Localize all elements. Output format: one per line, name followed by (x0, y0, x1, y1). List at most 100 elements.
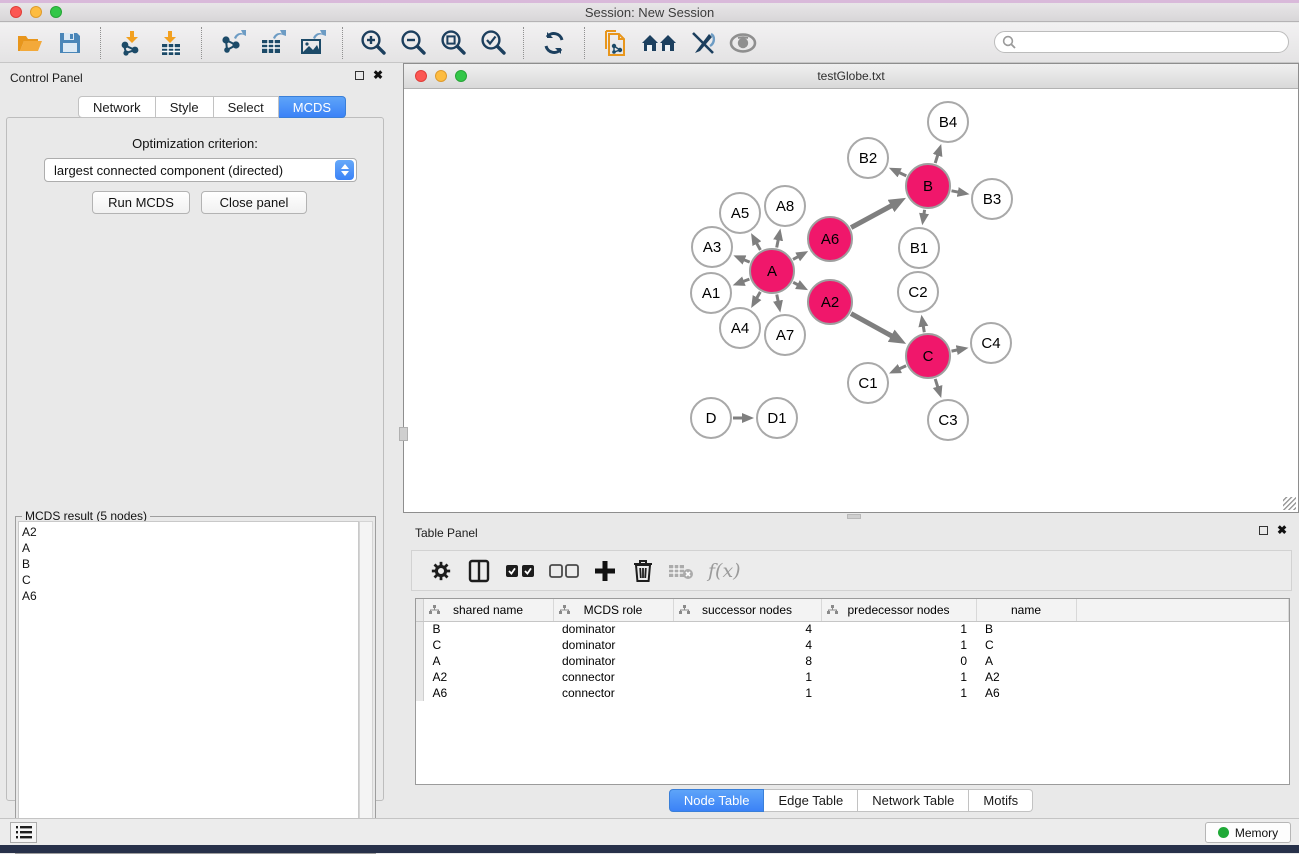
search-input[interactable] (1020, 33, 1288, 51)
graph-edge (952, 350, 958, 351)
optimization-criterion-label: Optimization criterion: (7, 136, 383, 151)
show-graphics-button[interactable] (728, 28, 758, 58)
float-panel-icon[interactable] (1259, 526, 1268, 535)
graph-node-B1[interactable]: B1 (898, 227, 940, 269)
tab-style[interactable]: Style (156, 96, 214, 118)
list-item[interactable]: A (22, 540, 358, 556)
graph-node-A4[interactable]: A4 (719, 307, 761, 349)
import-table-button[interactable] (156, 28, 186, 58)
search-icon (1002, 35, 1016, 49)
tab-node-table[interactable]: Node Table (669, 789, 765, 812)
list-item[interactable]: A2 (22, 524, 358, 540)
select-all-button[interactable] (502, 556, 538, 586)
column-view-button[interactable] (464, 556, 494, 586)
network-from-selection-button[interactable] (600, 28, 630, 58)
column-header-name[interactable]: name (976, 599, 1076, 621)
close-panel-icon[interactable]: ✖ (373, 71, 383, 80)
table-settings-button[interactable] (426, 556, 456, 586)
resize-grip[interactable] (1283, 497, 1296, 510)
import-network-icon (118, 30, 144, 56)
annotation-mode-button[interactable] (688, 28, 718, 58)
export-table-icon (259, 30, 286, 56)
zoom-out-button[interactable] (398, 28, 428, 58)
tab-edge-table[interactable]: Edge Table (764, 789, 858, 812)
mcds-result-list[interactable]: A2 A B C A6 (18, 521, 359, 851)
zoom-fit-button[interactable] (438, 28, 468, 58)
table-row[interactable]: Cdominator41C (416, 637, 1289, 653)
graph-node-A3[interactable]: A3 (691, 226, 733, 268)
tab-network[interactable]: Network (78, 96, 156, 118)
task-history-button[interactable] (10, 822, 37, 843)
list-item[interactable]: B (22, 556, 358, 572)
zoom-selected-button[interactable] (478, 28, 508, 58)
save-session-button[interactable] (55, 28, 85, 58)
graph-node-A5[interactable]: A5 (719, 192, 761, 234)
optimization-criterion-select[interactable]: largest connected component (directed) (44, 158, 357, 182)
graph-node-B[interactable]: B (905, 163, 951, 209)
export-image-button[interactable] (297, 28, 327, 58)
add-column-button[interactable] (590, 556, 620, 586)
graph-node-C2[interactable]: C2 (897, 271, 939, 313)
column-header-successor-nodes[interactable]: successor nodes (673, 599, 821, 621)
save-floppy-icon (58, 31, 82, 55)
list-item[interactable]: C (22, 572, 358, 588)
graph-node-A7[interactable]: A7 (764, 314, 806, 356)
memory-button[interactable]: Memory (1205, 822, 1291, 843)
table-header-row: shared name MCDS role successor nodes pr… (416, 599, 1289, 621)
graph-node-D1[interactable]: D1 (756, 397, 798, 439)
graph-node-A8[interactable]: A8 (764, 185, 806, 227)
graph-node-C3[interactable]: C3 (927, 399, 969, 441)
graph-node-B2[interactable]: B2 (847, 137, 889, 179)
table-row[interactable]: Bdominator41B (416, 621, 1289, 637)
list-item[interactable]: A6 (22, 588, 358, 604)
open-folder-icon (16, 31, 44, 55)
network-window-titlebar[interactable]: testGlobe.txt (404, 64, 1298, 89)
export-network-button[interactable] (217, 28, 247, 58)
tab-select[interactable]: Select (214, 96, 279, 118)
graph-node-C1[interactable]: C1 (847, 362, 889, 404)
export-table-button[interactable] (257, 28, 287, 58)
graph-node-C[interactable]: C (905, 333, 951, 379)
column-header-mcds-role[interactable]: MCDS role (553, 599, 673, 621)
scrollbar[interactable] (359, 521, 373, 851)
graph-edge (851, 314, 892, 337)
graph-edge (793, 256, 799, 259)
table-row[interactable]: A2connector11A2 (416, 669, 1289, 685)
float-panel-icon[interactable] (355, 71, 364, 80)
graph-edge (757, 292, 761, 299)
memory-status-icon (1218, 827, 1229, 838)
cybrowser-button[interactable] (640, 28, 678, 58)
zoom-in-button[interactable] (358, 28, 388, 58)
close-panel-button[interactable]: Close panel (201, 191, 307, 214)
graph-node-A2[interactable]: A2 (807, 279, 853, 325)
control-panel-title: Control Panel (10, 71, 83, 85)
deselect-all-button[interactable] (546, 556, 582, 586)
delete-table-icon (668, 562, 694, 580)
delete-button[interactable] (628, 556, 658, 586)
delete-table-button[interactable] (666, 556, 696, 586)
tab-mcds[interactable]: MCDS (279, 96, 346, 118)
apply-layout-button[interactable] (539, 28, 569, 58)
graph-node-D[interactable]: D (690, 397, 732, 439)
graph-node-A[interactable]: A (749, 248, 795, 294)
pen-slash-icon (689, 30, 717, 56)
vertical-splitter-handle[interactable] (399, 427, 408, 441)
tab-motifs[interactable]: Motifs (969, 789, 1033, 812)
close-panel-icon[interactable]: ✖ (1277, 526, 1287, 535)
table-row[interactable]: A6connector11A6 (416, 685, 1289, 701)
run-mcds-button[interactable]: Run MCDS (92, 191, 190, 214)
function-builder-button[interactable]: f(x) (708, 560, 741, 582)
tab-network-table[interactable]: Network Table (858, 789, 969, 812)
table-row[interactable]: Adominator80A (416, 653, 1289, 669)
graph-node-B3[interactable]: B3 (971, 178, 1013, 220)
column-header-predecessor-nodes[interactable]: predecessor nodes (821, 599, 976, 621)
graph-node-A6[interactable]: A6 (807, 216, 853, 262)
graph-node-B4[interactable]: B4 (927, 101, 969, 143)
network-canvas[interactable]: B4 B2 B B3 A5A8A6 A3 B1 A A1 C2 A2 A4A7 C4 C C1 C3 D D1 (404, 89, 1298, 512)
graph-node-C4[interactable]: C4 (970, 322, 1012, 364)
graph-edge (924, 210, 925, 215)
import-network-button[interactable] (116, 28, 146, 58)
graph-node-A1[interactable]: A1 (690, 272, 732, 314)
open-session-button[interactable] (15, 28, 45, 58)
column-header-shared-name[interactable]: shared name (423, 599, 553, 621)
